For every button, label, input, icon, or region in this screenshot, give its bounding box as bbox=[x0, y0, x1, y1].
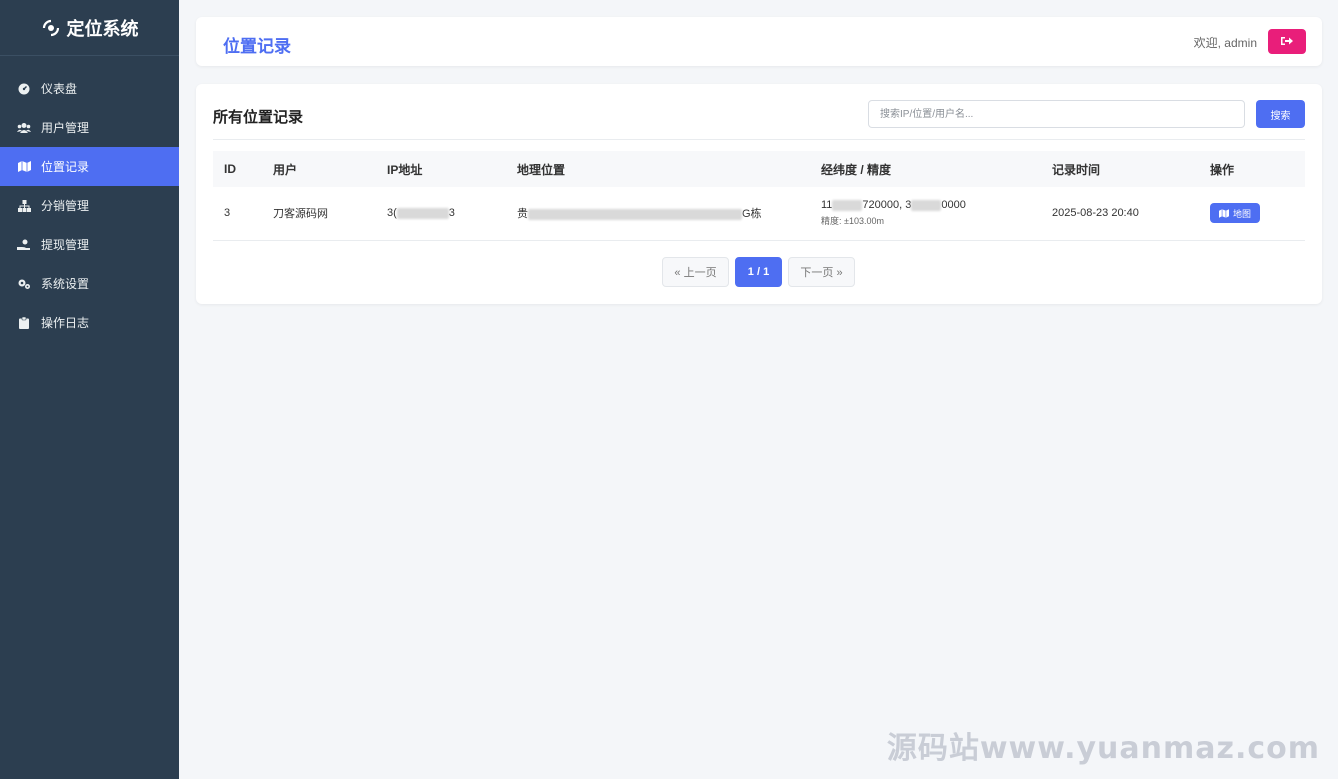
cell-coords: 11 720000, 3 0000 精度: ±103.00m bbox=[810, 187, 1041, 240]
redacted-blur bbox=[832, 199, 863, 211]
sidebar-item-label: 用户管理 bbox=[41, 121, 90, 135]
logout-icon bbox=[1281, 33, 1293, 51]
redacted-blur bbox=[396, 207, 449, 219]
card-title: 所有位置记录 bbox=[213, 109, 304, 126]
sidebar: 定位系统 仪表盘 用户管理 位置记录 分销管理 提现管理 系统设置 操作日志 bbox=[0, 0, 179, 779]
sidebar-item-settings[interactable]: 系统设置 bbox=[0, 264, 179, 303]
sitemap-icon bbox=[17, 199, 31, 213]
watermark: 源码站www.yuanmaz.com bbox=[886, 731, 1320, 766]
redacted-blur bbox=[911, 199, 942, 211]
map-icon bbox=[1219, 209, 1229, 218]
users-icon bbox=[17, 121, 31, 135]
welcome-text: 欢迎, admin bbox=[1193, 36, 1257, 50]
map-button[interactable]: 地图 bbox=[1210, 203, 1261, 224]
pagination: « 上一页 1 / 1 下一页 » bbox=[662, 257, 861, 287]
coords-line: 11 720000, 3 0000 bbox=[821, 199, 1041, 211]
redacted-blur bbox=[528, 208, 742, 220]
coords-lng-start: 11 bbox=[821, 199, 833, 212]
sidebar-item-dashboard[interactable]: 仪表盘 bbox=[0, 69, 179, 108]
sidebar-item-label: 操作日志 bbox=[41, 316, 90, 330]
current-page[interactable]: 1 / 1 bbox=[735, 257, 782, 287]
cell-id: 3 bbox=[224, 207, 231, 220]
column-header-action: 操作 bbox=[1210, 162, 1235, 177]
column-header-coords: 经纬度 / 精度 bbox=[821, 162, 892, 177]
column-header-ip: IP地址 bbox=[387, 162, 423, 177]
sidebar-item-label: 系统设置 bbox=[41, 277, 90, 291]
brand[interactable]: 定位系统 bbox=[0, 0, 179, 56]
cell-location: 贵 G栋 bbox=[506, 187, 810, 240]
location-end: G栋 bbox=[742, 208, 762, 221]
cell-user: 刀客源码网 bbox=[273, 208, 328, 221]
table-header-row: ID 用户 IP地址 地理位置 经纬度 / 精度 记录时间 操作 bbox=[213, 151, 1305, 187]
table-row: 3 刀客源码网 3( 3 贵 G栋 11 720000, 3 0000 精度: ±103… bbox=[213, 187, 1305, 240]
sidebar-item-withdraw[interactable]: 提现管理 bbox=[0, 225, 179, 264]
sidebar-item-locations[interactable]: 位置记录 bbox=[0, 147, 179, 186]
accuracy-text: 精度: ±103.00m bbox=[821, 216, 884, 227]
sidebar-item-label: 分销管理 bbox=[41, 199, 90, 213]
sidebar-item-logs[interactable]: 操作日志 bbox=[0, 303, 179, 342]
ip-end: 3 bbox=[448, 207, 455, 220]
sidebar-item-distribution[interactable]: 分销管理 bbox=[0, 186, 179, 225]
column-header-time: 记录时间 bbox=[1052, 162, 1101, 177]
sidebar-nav: 仪表盘 用户管理 位置记录 分销管理 提现管理 系统设置 操作日志 bbox=[0, 69, 179, 342]
satellite-icon bbox=[41, 18, 61, 38]
gears-icon bbox=[17, 277, 31, 291]
cell-time: 2025-08-23 20:40 bbox=[1052, 207, 1139, 220]
page-title: 位置记录 bbox=[223, 37, 291, 56]
sidebar-item-label: 提现管理 bbox=[41, 238, 90, 252]
coords-lng-end: 720000, 3 bbox=[862, 199, 912, 212]
hand-coin-icon bbox=[17, 238, 31, 252]
sidebar-item-users[interactable]: 用户管理 bbox=[0, 108, 179, 147]
sidebar-item-label: 位置记录 bbox=[41, 160, 90, 174]
records-table: ID 用户 IP地址 地理位置 经纬度 / 精度 记录时间 操作 3 刀客源码网… bbox=[213, 151, 1305, 241]
dashboard-icon bbox=[17, 82, 31, 96]
ip-start: 3( bbox=[387, 207, 397, 220]
column-header-user: 用户 bbox=[273, 162, 298, 177]
map-icon bbox=[17, 160, 31, 174]
clipboard-icon bbox=[17, 316, 31, 330]
cell-ip: 3( 3 bbox=[376, 187, 506, 240]
column-header-location: 地理位置 bbox=[517, 162, 566, 177]
column-header-id: ID bbox=[224, 162, 236, 176]
search-button[interactable]: 搜索 bbox=[1256, 100, 1305, 128]
records-card: 所有位置记录 搜索 ID 用户 IP地址 地理位置 经纬度 / 精度 记录时间 … bbox=[196, 84, 1322, 304]
location-start: 贵 bbox=[517, 208, 528, 221]
search-input[interactable] bbox=[868, 100, 1245, 128]
map-button-label: 地图 bbox=[1233, 208, 1252, 219]
next-page-button[interactable]: 下一页 » bbox=[788, 257, 855, 287]
logout-button[interactable] bbox=[1268, 29, 1306, 54]
prev-page-button[interactable]: « 上一页 bbox=[662, 257, 729, 287]
cell-action: 地图 bbox=[1199, 187, 1305, 240]
divider bbox=[213, 139, 1305, 140]
top-header: 位置记录 欢迎, admin bbox=[196, 17, 1322, 66]
brand-title: 定位系统 bbox=[66, 18, 139, 39]
coords-lat-end: 0000 bbox=[941, 199, 966, 212]
sidebar-item-label: 仪表盘 bbox=[41, 82, 78, 96]
